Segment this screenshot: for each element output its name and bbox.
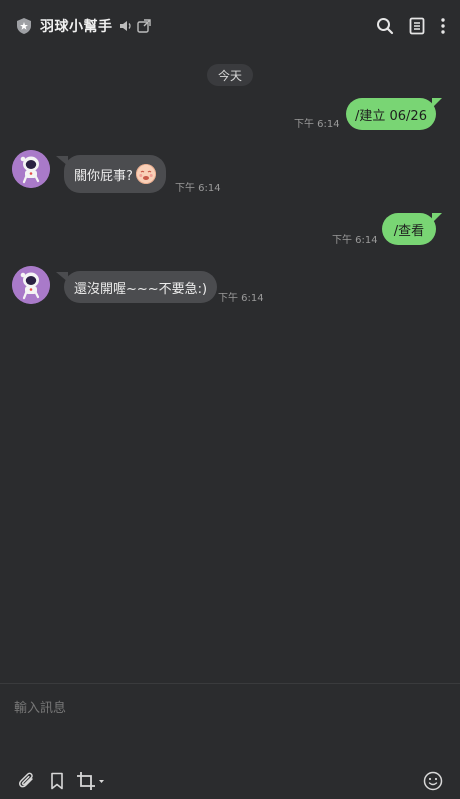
external-link-icon[interactable] [136, 19, 151, 33]
message-time: 下午 6:14 [332, 235, 378, 246]
chat-title[interactable]: 羽球小幫手 [40, 16, 113, 36]
avatar[interactable] [12, 266, 50, 304]
message-text: /查看 [393, 223, 425, 239]
bookmark-icon[interactable] [46, 770, 68, 792]
message-time: 下午 6:14 [218, 293, 264, 304]
incoming-message[interactable]: 還沒開喔~~~不要急:) [55, 271, 218, 303]
message-text: 關你屁事? [74, 168, 133, 184]
outgoing-message[interactable]: /建立 06/26 [346, 98, 442, 130]
emoji-icon[interactable] [422, 770, 444, 792]
speaker-icon[interactable] [119, 19, 133, 33]
notes-icon[interactable] [408, 17, 426, 35]
message-time: 下午 6:14 [175, 183, 221, 194]
crop-icon[interactable] [76, 770, 106, 792]
composer-toolbar [0, 770, 460, 796]
message-text: 還沒開喔~~~不要急:) [74, 281, 208, 297]
tired-face-emoji [135, 164, 156, 184]
message-composer: 輸入訊息 [0, 683, 460, 799]
date-separator: 今天 [207, 64, 253, 86]
paperclip-icon[interactable] [16, 770, 38, 792]
message-time: 下午 6:14 [294, 119, 340, 130]
more-vertical-icon[interactable] [440, 17, 446, 35]
outgoing-message[interactable]: /查看 [382, 213, 442, 245]
search-icon[interactable] [376, 17, 394, 35]
avatar[interactable] [12, 150, 50, 188]
shield-icon [16, 17, 32, 35]
incoming-message[interactable]: 關你屁事? [56, 155, 166, 193]
message-text: /建立 06/26 [355, 108, 427, 124]
message-input[interactable]: 輸入訊息 [14, 697, 66, 716]
chat-header: 羽球小幫手 [0, 0, 460, 52]
